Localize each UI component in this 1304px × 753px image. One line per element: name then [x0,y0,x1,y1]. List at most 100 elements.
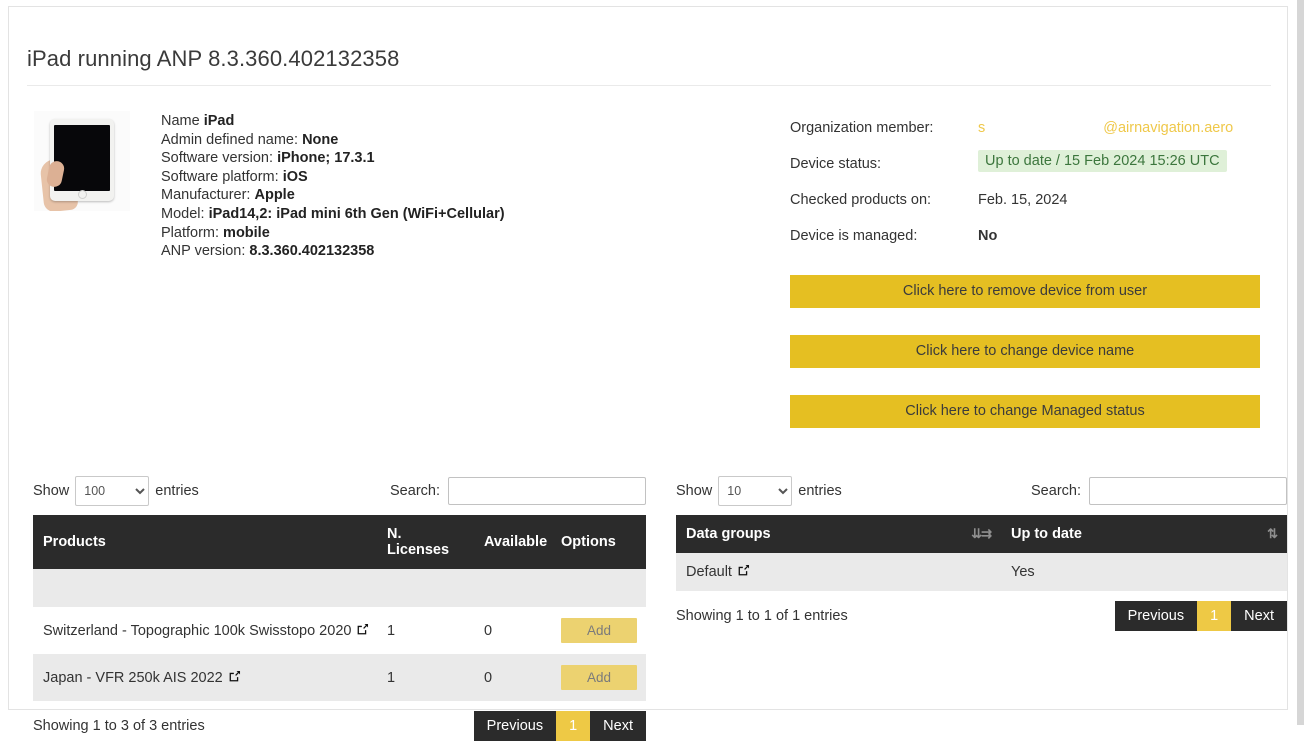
spec-value: iPad14,2: iPad mini 6th Gen (WiFi+Cellul… [208,205,505,222]
spec-label: Software version: [161,150,274,167]
datagroups-next-button[interactable]: Next [1231,601,1287,631]
products-table: Products N. Licenses Available Options S… [33,515,646,701]
spec-value: Apple [254,187,295,204]
checked-products-value: Feb. 15, 2024 [978,192,1068,208]
datagroups-show-label: Show [676,483,713,499]
add-product-button[interactable]: Add [561,618,637,643]
products-search-input[interactable] [448,477,646,505]
datagroups-previous-button[interactable]: Previous [1114,601,1198,631]
products-header-row: Products N. Licenses Available Options [33,515,646,569]
device-specs-list: Name iPad Admin defined name: None Softw… [161,112,505,261]
device-managed-value: No [978,228,998,244]
external-link-icon[interactable] [228,670,241,683]
external-link-icon[interactable] [356,623,369,636]
spec-software-version: Software version: iPhone; 17.3.1 [161,149,505,168]
spec-value: 8.3.360.402132358 [249,243,375,260]
meta-row-checked-products: Checked products on: Feb. 15, 2024 [790,192,1270,228]
products-page-1-button[interactable]: 1 [556,711,591,741]
products-column-options[interactable]: Options [551,515,646,569]
device-status-label: Device status: [790,156,882,172]
spec-platform: Platform: mobile [161,224,505,243]
table-spacer-row [33,569,646,607]
spec-value: iOS [282,168,308,185]
table-row[interactable]: Switzerland - Topographic 100k Swisstopo… [33,607,646,654]
products-next-button[interactable]: Next [590,711,646,741]
remove-device-button[interactable]: Click here to remove device from user [790,275,1260,308]
products-table-controls: Show 10 25 50 100 entries Search: [33,475,646,515]
datagroups-search-label: Search: [1031,483,1081,499]
datagroups-column-uptodate-label: Up to date [1011,526,1082,542]
products-column-products[interactable]: Products [33,515,377,569]
meta-row-managed: Device is managed: No [790,228,1270,264]
spec-value: iPad [203,113,235,129]
products-table-head: Products N. Licenses Available Options [33,515,646,569]
spec-label: Manufacturer: [161,187,251,204]
datagroups-page-1-button[interactable]: 1 [1197,601,1232,631]
status-badge: Up to date / 15 Feb 2024 15:26 UTC [978,150,1227,172]
datagroups-table-panel: Show 10 25 50 100 entries Search: [676,475,1287,643]
spec-label: ANP version: [161,243,246,260]
change-device-name-button[interactable]: Click here to change device name [790,335,1260,368]
products-column-licenses[interactable]: N. Licenses [377,515,474,569]
add-product-button[interactable]: Add [561,665,637,690]
page-title: iPad running ANP 8.3.360.402132358 [27,45,400,71]
product-name-cell: Japan - VFR 250k AIS 2022 [33,654,377,701]
sort-both-icon[interactable]: ⇅ [1267,526,1278,542]
change-managed-status-button[interactable]: Click here to change Managed status [790,395,1260,428]
spec-name: Name iPad [161,112,505,131]
external-link-icon[interactable] [737,564,750,577]
meta-row-device-status: Device status: Up to date / 15 Feb 2024 … [790,150,1270,192]
products-table-panel: Show 10 25 50 100 entries Search: [33,475,646,753]
products-show-label: Show [33,483,70,499]
spec-software-platform: Software platform: iOS [161,168,505,187]
datagroup-name-cell: Default [676,553,1001,591]
datagroups-page-length-select[interactable]: 10 25 50 100 [718,476,793,506]
spec-admin-name: Admin defined name: None [161,131,505,150]
products-filter-control: Search: [390,475,646,507]
table-row[interactable]: Default Yes [676,553,1287,591]
product-name: Switzerland - Topographic 100k Swisstopo… [43,622,352,639]
device-meta-panel: Organization member: s @airnavigation.aer… [790,120,1270,264]
datagroups-search-input[interactable] [1089,477,1287,505]
datagroups-table-body: Default Yes [676,553,1287,591]
datagroups-column-uptodate[interactable]: Up to date ⇅ [1001,515,1287,553]
datagroup-name: Default [686,564,732,580]
page-scrollbar[interactable] [1297,0,1304,725]
products-search-label: Search: [390,483,440,499]
tablet-screen [54,125,110,191]
home-button-icon [78,190,87,199]
products-pagination: Previous 1 Next [473,711,646,741]
datagroups-table-controls: Show 10 25 50 100 entries Search: [676,475,1287,515]
table-row[interactable]: Japan - VFR 250k AIS 2022 1 0 Add [33,654,646,701]
products-previous-button[interactable]: Previous [473,711,557,741]
datagroups-column-groups[interactable]: Data groups ⇊⇉ [676,515,1001,553]
spacer-cell [33,569,646,607]
organization-member-link[interactable]: s @airnavigation.aero [978,120,1233,136]
org-member-domain: @airnavigation.aero [1103,120,1234,136]
datagroups-table-head: Data groups ⇊⇉ Up to date ⇅ [676,515,1287,553]
sort-ascending-icon[interactable]: ⇊⇉ [971,526,992,542]
product-licenses-cell: 1 [377,607,474,654]
device-status-value: Up to date / 15 Feb 2024 15:26 UTC [978,150,1227,172]
product-name-cell: Switzerland - Topographic 100k Swisstopo… [33,607,377,654]
products-length-control: Show 10 25 50 100 entries [33,475,199,507]
products-table-body: Switzerland - Topographic 100k Swisstopo… [33,569,646,701]
product-available-cell: 0 [474,607,551,654]
product-available-cell: 0 [474,654,551,701]
device-photo [34,111,130,211]
products-table-info: Showing 1 to 3 of 3 entries [33,718,205,734]
organization-member-label: Organization member: [790,120,934,136]
products-column-available[interactable]: Available [474,515,551,569]
spec-label: Platform: [161,224,220,241]
products-entries-label: entries [155,483,199,499]
products-page-length-select[interactable]: 10 25 50 100 [75,476,150,506]
spec-model: Model: iPad14,2: iPad mini 6th Gen (WiFi… [161,205,505,224]
products-table-footer: Showing 1 to 3 of 3 entries Previous 1 N… [33,711,646,753]
datagroups-header-row: Data groups ⇊⇉ Up to date ⇅ [676,515,1287,553]
spec-label: Name [161,113,200,129]
spec-label: Admin defined name: [161,131,299,148]
datagroups-column-groups-label: Data groups [686,526,771,542]
organization-member-value: s @airnavigation.aero [978,120,1233,136]
datagroups-pagination: Previous 1 Next [1114,601,1287,631]
spec-label: Model: [161,205,205,222]
